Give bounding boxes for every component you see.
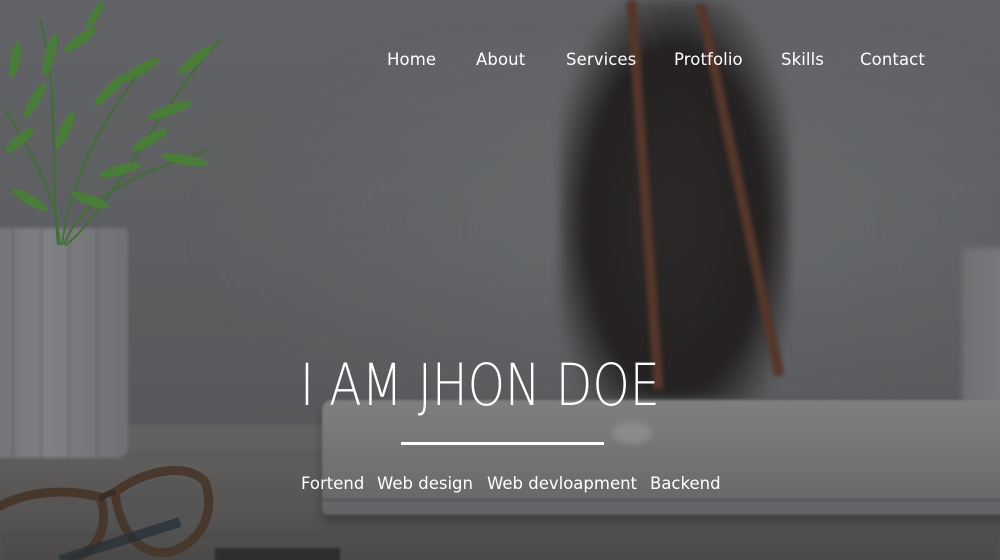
main-nav: Home About Services Protfolio Skills Con… (0, 50, 1000, 78)
nav-contact-link[interactable]: Contact (860, 50, 925, 69)
skill-item: Fortend (301, 474, 365, 493)
nav-about-link[interactable]: About (476, 50, 525, 69)
title-underline (401, 442, 604, 445)
hero-title: I AM JHON DOE (300, 351, 660, 419)
skill-item: Backend (650, 474, 721, 493)
nav-services-link[interactable]: Services (566, 50, 636, 69)
skill-item: Web devloapment (487, 474, 638, 493)
skills-list: Fortend Web design Web devloapment Backe… (0, 474, 1000, 498)
nav-skills-link[interactable]: Skills (781, 50, 824, 69)
nav-portfolio-link[interactable]: Protfolio (674, 50, 743, 69)
skill-item: Web design (377, 474, 473, 493)
hero-section: Home About Services Protfolio Skills Con… (0, 0, 1000, 560)
nav-home-link[interactable]: Home (387, 50, 436, 69)
